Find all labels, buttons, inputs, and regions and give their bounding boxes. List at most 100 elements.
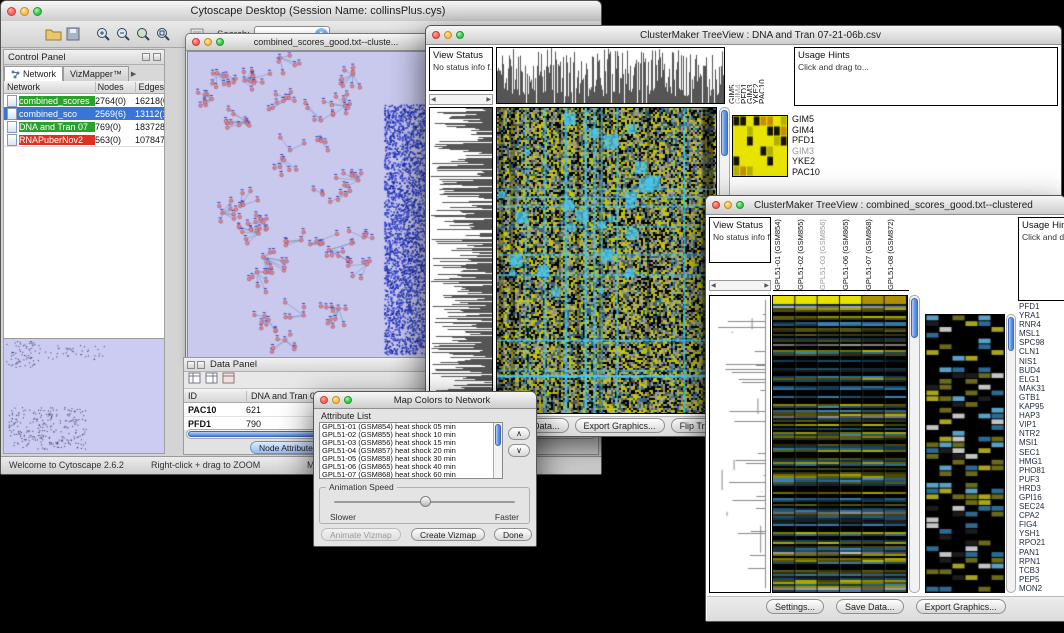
zoom-in-icon[interactable] (93, 24, 113, 44)
close-panel-icon[interactable] (153, 53, 161, 61)
gene-label[interactable]: MAK31 (1019, 384, 1063, 393)
attribute-item[interactable]: GPL51-07 (GSM868) heat shock 60 min (320, 471, 502, 479)
zoom-button[interactable] (344, 396, 352, 404)
gene-label[interactable]: SEC1 (1019, 448, 1063, 457)
heatmap-zoom-canvas[interactable] (733, 116, 787, 176)
minimize-button[interactable] (444, 31, 452, 39)
close-button[interactable] (712, 201, 720, 209)
attribute-item[interactable]: GPL51-04 (GSM857) heat shock 20 min (320, 447, 502, 455)
tab-network[interactable]: Network (4, 66, 63, 81)
close-button[interactable] (7, 7, 16, 16)
network-table-row[interactable]: combined_sco 2569(6) 13112(15) (4, 107, 164, 120)
attribute-new-icon[interactable] (205, 371, 218, 389)
gene-label[interactable]: PHO81 (1019, 466, 1063, 475)
gene-label[interactable]: YKE2 (792, 156, 832, 167)
gene-label[interactable]: PAC10 (758, 47, 764, 104)
heatmap-zoom[interactable] (732, 115, 788, 177)
network-table-row[interactable]: combined_scores 2764(0) 16218(0) (4, 94, 164, 107)
gene-label[interactable]: PAN1 (1019, 548, 1063, 557)
attribute-item[interactable]: GPL51-01 (GSM854) heat shock 05 min (320, 423, 502, 431)
scroll-right-icon[interactable]: ▶ (764, 282, 769, 289)
gene-label[interactable]: GTB1 (1019, 393, 1063, 402)
zoom-out-icon[interactable] (113, 24, 133, 44)
treeview-action-button[interactable]: Export Graphics... (575, 418, 665, 433)
gene-label[interactable]: YSH1 (1019, 529, 1063, 538)
attribute-delete-icon[interactable] (222, 371, 235, 389)
attribute-list-scrollbar[interactable] (493, 423, 502, 478)
minimize-button[interactable] (724, 201, 732, 209)
gene-label[interactable]: VIP1 (1019, 420, 1063, 429)
speed-slider-thumb[interactable] (420, 496, 431, 507)
dialog-titlebar[interactable]: Map Colors to Network (314, 392, 536, 409)
gene-label[interactable]: TCB3 (1019, 566, 1063, 575)
treeview1-titlebar[interactable]: ClusterMaker TreeView : DNA and Tran 07-… (426, 26, 1061, 45)
minimize-button[interactable] (20, 7, 29, 16)
move-down-button[interactable]: ∨ (508, 444, 530, 457)
row-dendrogram[interactable] (709, 295, 771, 593)
gene-label[interactable]: BUD4 (1019, 366, 1063, 375)
treeview2-titlebar[interactable]: ClusterMaker TreeView : combined_scores_… (706, 196, 1064, 215)
gene-label[interactable]: GIM3 (792, 146, 832, 157)
zoom-button[interactable] (736, 201, 744, 209)
gene-label[interactable]: MSI1 (1019, 438, 1063, 447)
row-dendrogram-canvas[interactable] (430, 108, 492, 413)
gene-label[interactable]: MSL1 (1019, 329, 1063, 338)
scroll-thumb[interactable] (721, 110, 728, 156)
gene-label[interactable]: KAP95 (1019, 402, 1063, 411)
attribute-select-icon[interactable] (188, 371, 201, 389)
open-session-icon[interactable] (43, 24, 63, 44)
gene-label[interactable]: NTR2 (1019, 429, 1063, 438)
gene-label[interactable]: PFD1 (792, 135, 832, 146)
zoom-button[interactable] (456, 31, 464, 39)
heatmap-global[interactable] (496, 107, 717, 414)
float-panel-icon[interactable] (142, 53, 150, 61)
gene-label[interactable]: HAP3 (1019, 411, 1063, 420)
network-overview-panel[interactable] (4, 338, 164, 453)
array-column-label[interactable]: GPL51-07 (GSM868) (864, 217, 887, 290)
gene-label[interactable]: RPO21 (1019, 538, 1063, 547)
gene-label[interactable]: GIM5 (792, 114, 832, 125)
main-titlebar[interactable]: Cytoscape Desktop (Session Name: collins… (1, 1, 601, 22)
minimize-button[interactable] (332, 396, 340, 404)
float-panel-icon[interactable] (187, 361, 195, 369)
gene-label[interactable]: HRD3 (1019, 484, 1063, 493)
gene-label[interactable]: CPA2 (1019, 511, 1063, 520)
gene-label[interactable]: PFD1 (1019, 302, 1063, 311)
close-button[interactable] (192, 38, 200, 46)
gene-label[interactable]: SEC24 (1019, 502, 1063, 511)
heatmap-zoom[interactable] (925, 314, 1005, 593)
gene-label[interactable]: GPI16 (1019, 493, 1063, 502)
gene-label[interactable]: CLN1 (1019, 347, 1063, 356)
array-column-label[interactable]: GPL51-02 (GSM855) (796, 217, 819, 290)
treeview-action-button[interactable]: Save Data... (836, 599, 904, 614)
column-dendrogram[interactable] (496, 47, 725, 104)
row-dendrogram-canvas[interactable] (710, 296, 770, 592)
array-column-label[interactable]: GPL51-06 (GSM865) (841, 217, 864, 290)
gene-label[interactable]: YRA1 (1019, 311, 1063, 320)
scroll-thumb[interactable] (911, 298, 918, 338)
network-table-row[interactable]: RNAPuberNov2 563(0) 107847(0) (4, 133, 164, 146)
treeview-action-button[interactable]: Export Graphics... (916, 599, 1006, 614)
close-button[interactable] (320, 396, 328, 404)
gene-label[interactable]: RPN1 (1019, 557, 1063, 566)
zoom-button[interactable] (216, 38, 224, 46)
scroll-left-icon[interactable]: ◀ (711, 282, 716, 289)
tab-vizmapper[interactable]: VizMapper™ (63, 66, 129, 81)
move-up-button[interactable]: ∧ (508, 427, 530, 440)
heatmap-zoom-canvas[interactable] (926, 315, 1004, 592)
gene-label[interactable]: MON2 (1019, 584, 1063, 593)
gene-label[interactable]: FIG4 (1019, 520, 1063, 529)
heatmap-global[interactable] (772, 295, 908, 593)
network-overview-canvas[interactable] (4, 339, 164, 453)
zoom-fit-icon[interactable] (153, 24, 173, 44)
heatmap-global-canvas[interactable] (773, 296, 907, 592)
animate-vizmap-button[interactable]: Animate Vizmap (321, 528, 401, 541)
scroll-left-icon[interactable]: ◀ (431, 96, 436, 103)
tab-more-icon[interactable]: ▶ (131, 70, 136, 81)
gene-label[interactable]: PAC10 (792, 167, 832, 178)
heatmap-vscrollbar[interactable] (909, 295, 920, 593)
zoom-selected-icon[interactable] (133, 24, 153, 44)
network-table-row[interactable]: DNA and Tran 07 769(0) 183728(0) (4, 120, 164, 133)
gene-label[interactable]: ELG1 (1019, 375, 1063, 384)
array-column-label[interactable]: GPL51-01 (GSM854) (773, 217, 796, 290)
